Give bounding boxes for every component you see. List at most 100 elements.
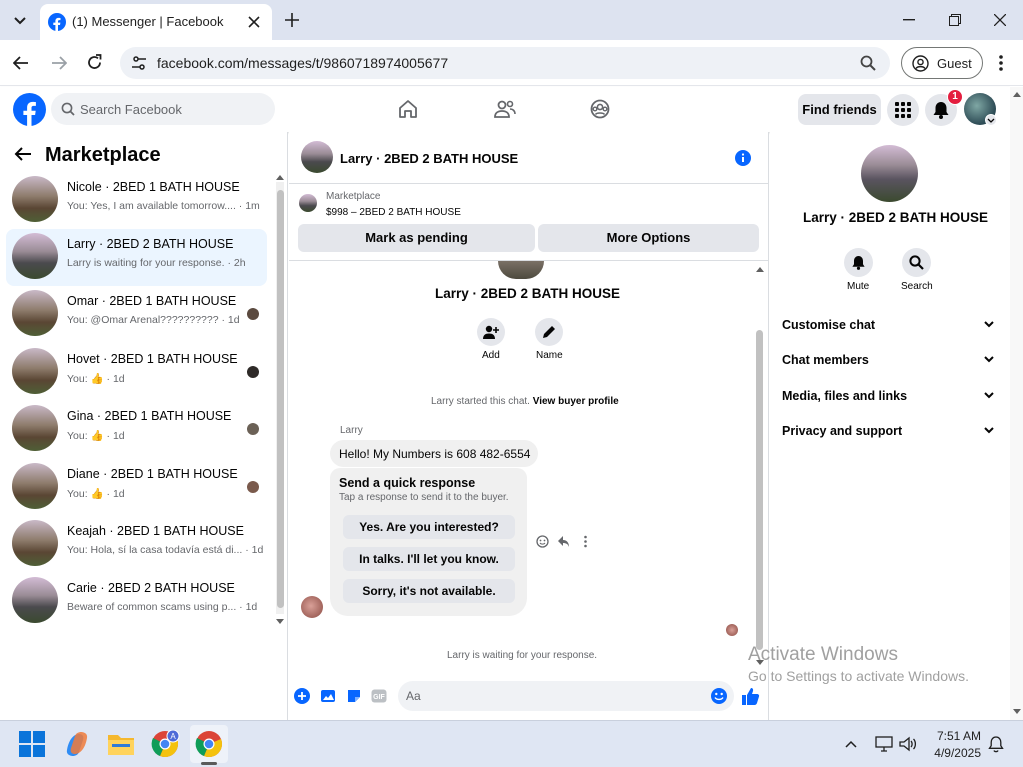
section-customise-chat[interactable]: Customise chat — [770, 314, 1010, 338]
account-chevron[interactable] — [985, 114, 997, 126]
avatar — [12, 233, 58, 279]
message-input[interactable]: Aa — [398, 681, 734, 711]
section-label: Customise chat — [782, 318, 876, 332]
chat-list-scrollbar-thumb[interactable] — [277, 190, 284, 608]
emoji-icon[interactable] — [710, 687, 728, 705]
search-placeholder: Search Facebook — [80, 102, 182, 117]
conversation-item[interactable]: Diane · 2BED 1 BATH HOUSE You: 👍 · 1d — [6, 459, 267, 516]
browser-menu-icon[interactable] — [999, 54, 1003, 72]
profile-button[interactable]: Guest — [901, 47, 983, 79]
mark-as-pending-button[interactable]: Mark as pending — [298, 224, 535, 252]
avatar — [861, 145, 918, 202]
windows-start-icon[interactable] — [18, 730, 48, 760]
quick-response-button[interactable]: Yes. Are you interested? — [343, 515, 515, 539]
reply-icon[interactable] — [557, 535, 570, 548]
scroll-down-icon[interactable] — [276, 619, 284, 625]
message-input-placeholder: Aa — [406, 689, 421, 703]
friends-icon[interactable] — [494, 99, 516, 119]
read-receipt-avatar — [247, 481, 259, 493]
conversation-item-active[interactable]: Larry · 2BED 2 BATH HOUSE Larry is waiti… — [6, 229, 267, 286]
like-thumb-icon[interactable] — [741, 687, 760, 705]
back-arrow-icon[interactable] — [13, 55, 29, 71]
omnibox[interactable]: facebook.com/messages/t/9860718974005677 — [120, 47, 890, 79]
chat-details-panel: Larry · 2BED 2 BATH HOUSE Mute Search Cu… — [770, 132, 1010, 720]
details-name: Larry · 2BED 2 BATH HOUSE — [803, 210, 989, 225]
sticker-icon[interactable] — [346, 688, 362, 704]
photo-icon[interactable] — [320, 688, 336, 704]
chrome-profile-icon[interactable]: A — [151, 730, 181, 760]
avatar[interactable] — [301, 141, 333, 173]
close-tab-icon[interactable] — [248, 16, 260, 28]
chat-header: Larry · 2BED 2 BATH HOUSE — [289, 132, 769, 184]
facebook-logo-icon[interactable] — [13, 93, 46, 126]
view-buyer-profile-link[interactable]: View buyer profile — [533, 396, 619, 407]
avatar — [12, 290, 58, 336]
home-icon[interactable] — [398, 99, 418, 119]
chevron-down-icon — [987, 118, 995, 123]
conversation-item[interactable]: Omar · 2BED 1 BATH HOUSE You: @Omar Aren… — [6, 286, 267, 343]
volume-icon[interactable] — [899, 736, 917, 752]
conversation-item[interactable]: Hovet · 2BED 1 BATH HOUSE You: 👍 · 1d — [6, 344, 267, 401]
mute-button[interactable] — [844, 248, 873, 277]
file-explorer-icon[interactable] — [107, 731, 137, 761]
reload-icon[interactable] — [86, 54, 103, 71]
new-tab-icon[interactable] — [285, 13, 299, 27]
conversation-item[interactable]: Gina · 2BED 1 BATH HOUSE You: 👍 · 1d — [6, 401, 267, 458]
site-info-icon[interactable] — [131, 55, 147, 71]
more-actions-icon[interactable] — [584, 535, 587, 548]
quick-response-button[interactable]: In talks. I'll let you know. — [343, 547, 515, 571]
notification-bell-icon[interactable] — [988, 736, 1004, 753]
scroll-up-icon[interactable] — [756, 266, 764, 272]
conversation-name: Nicole · 2BED 1 BATH HOUSE — [67, 180, 240, 194]
plus-circle-icon[interactable] — [294, 688, 310, 704]
listing-thumbnail[interactable] — [299, 194, 317, 212]
groups-icon[interactable] — [590, 99, 610, 119]
network-icon[interactable] — [875, 736, 893, 752]
forward-arrow-icon[interactable] — [51, 55, 67, 71]
add-member-button[interactable] — [477, 318, 505, 346]
close-window-icon[interactable] — [994, 14, 1006, 26]
back-arrow-icon[interactable] — [14, 146, 32, 162]
zoom-search-icon[interactable] — [860, 55, 876, 71]
menu-button[interactable] — [887, 94, 919, 126]
message-bubble[interactable]: Hello! My Numbers is 608 482-6554 — [330, 440, 538, 467]
restore-icon[interactable] — [949, 14, 961, 26]
browser-tab-active[interactable]: (1) Messenger | Facebook — [40, 4, 272, 40]
clock-date: 4/9/2025 — [934, 746, 981, 760]
edit-name-button[interactable] — [535, 318, 563, 346]
chat-scrollbar-thumb[interactable] — [756, 330, 763, 650]
react-emoji-icon[interactable] — [536, 535, 549, 548]
clock[interactable]: 7:51 AM 4/9/2025 — [925, 729, 981, 760]
waiting-text: Larry is waiting for your response. — [447, 650, 598, 661]
gif-icon[interactable]: GIF — [371, 689, 387, 703]
find-friends-button[interactable]: Find friends — [798, 94, 881, 125]
facebook-search-input[interactable]: Search Facebook — [51, 93, 275, 125]
section-chat-members[interactable]: Chat members — [770, 349, 1010, 373]
scroll-up-icon[interactable] — [1013, 91, 1021, 97]
listing-title[interactable]: $998 – 2BED 2 BATH HOUSE — [326, 207, 461, 218]
search-in-chat-button[interactable] — [902, 248, 931, 277]
conversation-item[interactable]: Carie · 2BED 2 BATH HOUSE Beware of comm… — [6, 573, 267, 630]
mute-label: Mute — [847, 281, 870, 292]
copilot-icon[interactable] — [63, 730, 93, 760]
quick-response-button[interactable]: Sorry, it's not available. — [343, 579, 515, 603]
conversation-item[interactable]: Keajah · 2BED 1 BATH HOUSE You: Hola, sí… — [6, 516, 267, 573]
more-options-button[interactable]: More Options — [538, 224, 759, 252]
info-icon[interactable] — [735, 150, 751, 166]
name-label: Name — [536, 350, 563, 361]
section-media-files-links[interactable]: Media, files and links — [770, 385, 1010, 409]
sender-avatar[interactable] — [301, 596, 323, 618]
conversation-item[interactable]: Nicole · 2BED 1 BATH HOUSE You: Yes, I a… — [6, 172, 267, 229]
avatar — [12, 463, 58, 509]
section-privacy-support[interactable]: Privacy and support — [770, 420, 1010, 444]
add-label: Add — [482, 350, 500, 361]
chrome-active-icon[interactable] — [195, 730, 225, 760]
page-scrollbar[interactable] — [1010, 87, 1023, 720]
profile-photo — [498, 261, 544, 279]
tab-search-button[interactable] — [10, 10, 30, 30]
scroll-down-icon[interactable] — [1013, 709, 1021, 715]
chevron-up-icon[interactable] — [845, 740, 857, 748]
chat-title[interactable]: Larry · 2BED 2 BATH HOUSE — [340, 151, 518, 166]
minimize-icon[interactable] — [903, 19, 915, 21]
scroll-up-icon[interactable] — [276, 174, 284, 180]
